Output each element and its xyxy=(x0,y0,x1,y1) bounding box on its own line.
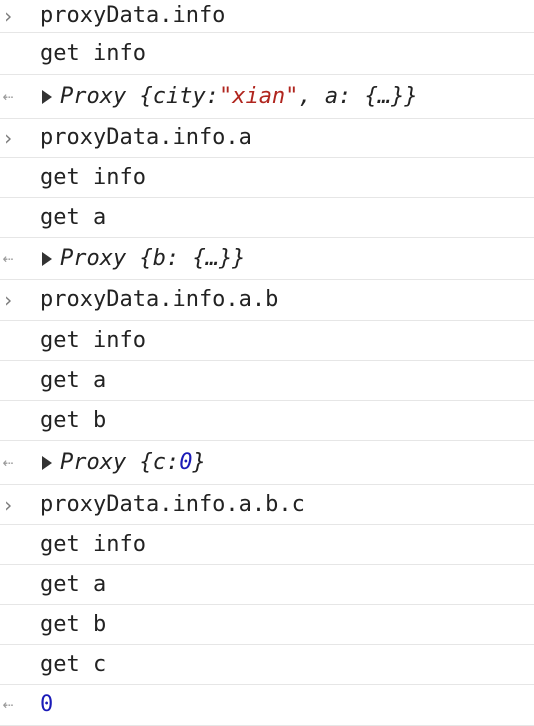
console-log-text: get info xyxy=(40,327,146,353)
console-log-row: get c xyxy=(0,645,534,685)
console-result-object: Proxy {c: xyxy=(60,449,180,475)
console-log-text: get b xyxy=(40,407,107,433)
console-log-text: get a xyxy=(40,571,107,597)
console-input-row[interactable]: › proxyData.info.a.b xyxy=(0,280,534,321)
return-arrow-icon: ⇠ xyxy=(2,247,14,269)
console-log-row: get info xyxy=(0,321,534,361)
console-log-text: get info xyxy=(40,40,146,66)
console-result-row[interactable]: ⇠ Proxy {city: "xian", a: {…}} xyxy=(0,75,534,119)
console-log-row: get a xyxy=(0,198,534,238)
chevron-right-icon: › xyxy=(1,4,15,28)
chevron-right-icon: › xyxy=(1,492,15,517)
return-arrow-icon: ⇠ xyxy=(2,694,14,715)
return-arrow-icon: ⇠ xyxy=(2,451,14,473)
console-result-number: 0 xyxy=(40,692,54,717)
console-input-row[interactable]: › proxyData.info.a xyxy=(0,119,534,158)
console-log-text: get info xyxy=(40,164,146,190)
console-result-object-suffix: , a: {…}} xyxy=(298,83,418,109)
triangle-right-icon[interactable] xyxy=(42,89,52,104)
console-log-row: get info xyxy=(0,158,534,198)
console-input-text: proxyData.info.a.b.c xyxy=(40,491,305,517)
chevron-right-icon: › xyxy=(1,288,15,312)
return-arrow-icon: ⇠ xyxy=(2,85,14,107)
console-result-row[interactable]: ⇠ Proxy {c: 0} xyxy=(0,441,534,485)
console-log-row: get a xyxy=(0,565,534,605)
console-result-object-suffix: } xyxy=(192,449,206,475)
console-log-text: get c xyxy=(40,651,107,677)
console-input-text: proxyData.info xyxy=(40,3,226,28)
console-result-row[interactable]: ⇠ Proxy {b: {…}} xyxy=(0,238,534,280)
console-log-text: get a xyxy=(40,204,107,230)
console-input-row[interactable]: › proxyData.info.a.b.c xyxy=(0,485,534,525)
console-result-object: Proxy {city: xyxy=(60,83,219,109)
console-log-row: get b xyxy=(0,605,534,645)
triangle-right-icon[interactable] xyxy=(42,455,52,470)
console-log-row: get a xyxy=(0,361,534,401)
console-log-text: get a xyxy=(40,367,107,393)
chevron-right-icon: › xyxy=(1,126,15,150)
console-result-number: 0 xyxy=(179,449,193,475)
console-result-string: "xian" xyxy=(218,83,299,109)
console-log-row: get b xyxy=(0,401,534,441)
devtools-console: › proxyData.info get info ⇠ Proxy {city:… xyxy=(0,0,534,726)
console-log-row: get info xyxy=(0,33,534,75)
console-input-row[interactable]: › proxyData.info xyxy=(0,0,534,33)
console-log-row: get info xyxy=(0,525,534,565)
console-log-text: get b xyxy=(40,611,107,637)
console-log-text: get info xyxy=(40,531,146,557)
triangle-right-icon[interactable] xyxy=(42,251,52,266)
console-input-text: proxyData.info.a.b xyxy=(40,287,279,312)
console-input-text: proxyData.info.a xyxy=(40,125,252,150)
console-result-object: Proxy {b: {…}} xyxy=(60,245,246,271)
console-result-row[interactable]: ⇠ 0 xyxy=(0,685,534,726)
